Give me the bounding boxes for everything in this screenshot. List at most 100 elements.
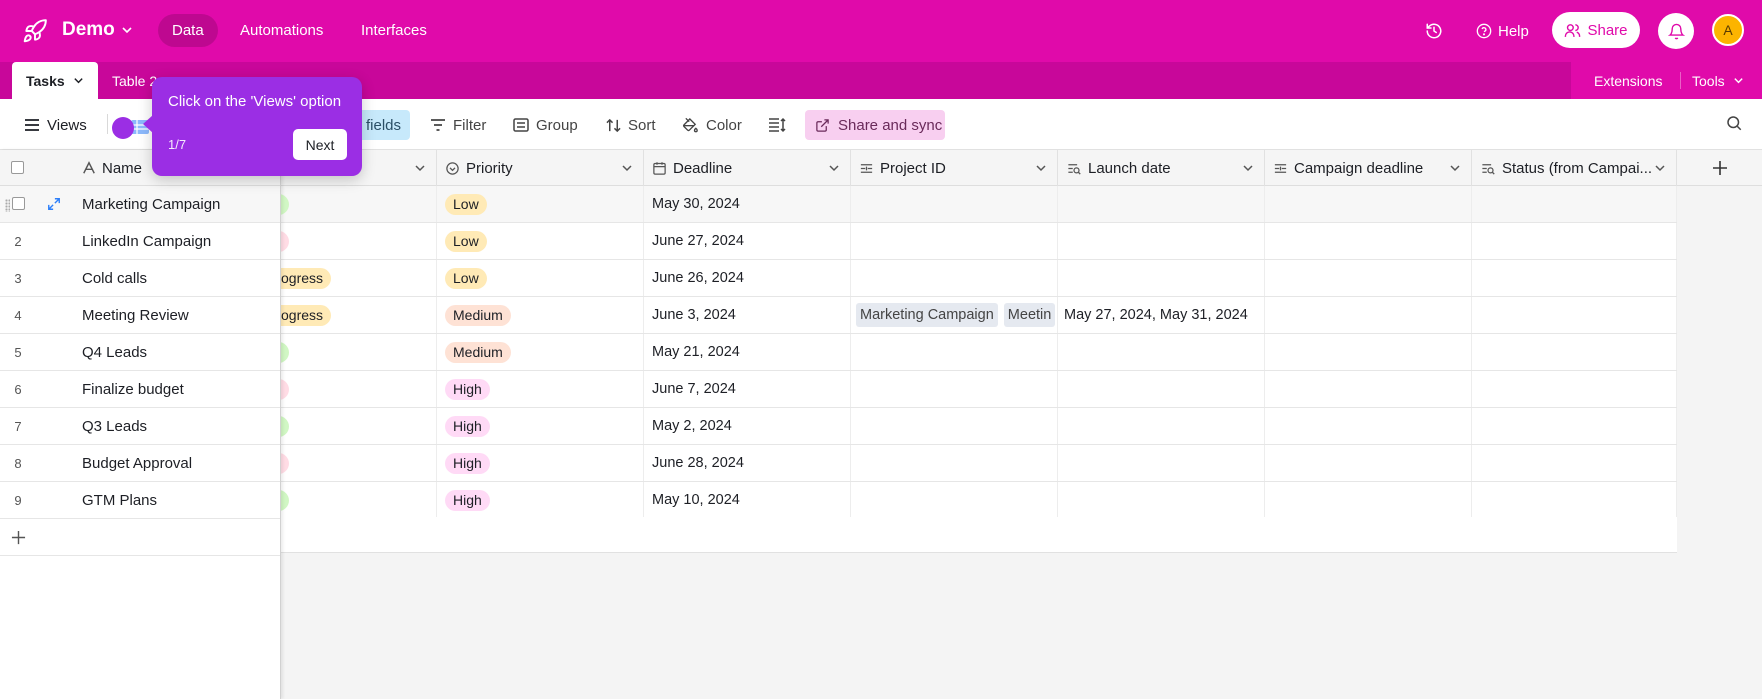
base-name-menu[interactable]: Demo	[62, 19, 133, 41]
column-header-launch-date[interactable]: Launch date	[1058, 150, 1265, 186]
table-row[interactable]: 9 GTM Plans	[0, 482, 280, 519]
status-cell[interactable]	[281, 334, 437, 370]
launch-date-cell[interactable]	[1058, 186, 1265, 222]
share-button[interactable]: Share	[1552, 12, 1640, 48]
table-row[interactable]: Medium May 21, 2024	[281, 334, 1677, 371]
add-record-row[interactable]	[0, 519, 280, 556]
nav-data[interactable]: Data	[158, 14, 218, 47]
deadline-cell[interactable]: May 30, 2024	[644, 186, 851, 222]
project-id-cell[interactable]	[851, 260, 1058, 296]
nav-interfaces[interactable]: Interfaces	[347, 14, 441, 47]
table-row[interactable]: ogress Low June 26, 2024	[281, 260, 1677, 297]
status-cell[interactable]	[281, 186, 437, 222]
name-cell[interactable]: GTM Plans	[82, 482, 157, 518]
table-row[interactable]: 4 Meeting Review	[0, 297, 280, 334]
help-button[interactable]: Help	[1476, 0, 1529, 62]
color-button[interactable]: Color	[682, 112, 742, 138]
tour-next-button[interactable]: Next	[293, 129, 347, 160]
name-cell[interactable]: Meeting Review	[82, 297, 189, 333]
table-row[interactable]: High June 7, 2024	[281, 371, 1677, 408]
priority-cell[interactable]: High	[437, 408, 644, 444]
table-row[interactable]: Low June 27, 2024	[281, 223, 1677, 260]
campaign-deadline-cell[interactable]	[1265, 445, 1472, 481]
status-from-campaign-cell[interactable]	[1472, 371, 1677, 407]
deadline-cell[interactable]: June 28, 2024	[644, 445, 851, 481]
launch-date-cell[interactable]	[1058, 445, 1265, 481]
table-row[interactable]: ogress Medium June 3, 2024 Marketing Cam…	[281, 297, 1677, 334]
campaign-deadline-cell[interactable]	[1265, 223, 1472, 259]
priority-cell[interactable]: Medium	[437, 297, 644, 333]
project-id-cell[interactable]	[851, 482, 1058, 518]
status-cell[interactable]	[281, 408, 437, 444]
status-from-campaign-cell[interactable]	[1472, 408, 1677, 444]
filter-button[interactable]: Filter	[430, 112, 486, 138]
table-row[interactable]: High May 2, 2024	[281, 408, 1677, 445]
launch-date-cell[interactable]	[1058, 371, 1265, 407]
table-row[interactable]: High May 10, 2024	[281, 482, 1677, 519]
status-cell[interactable]	[281, 223, 437, 259]
status-cell[interactable]: ogress	[281, 260, 437, 296]
expand-record-icon[interactable]	[47, 197, 61, 211]
launch-date-cell[interactable]	[1058, 223, 1265, 259]
deadline-cell[interactable]: June 26, 2024	[644, 260, 851, 296]
campaign-deadline-cell[interactable]	[1265, 260, 1472, 296]
launch-date-cell[interactable]	[1058, 334, 1265, 370]
table-row[interactable]: Low May 30, 2024	[281, 186, 1677, 223]
name-cell[interactable]: Q3 Leads	[82, 408, 147, 444]
share-and-sync-button[interactable]: Share and sync	[805, 110, 945, 140]
deadline-cell[interactable]: May 21, 2024	[644, 334, 851, 370]
launch-date-cell[interactable]	[1058, 408, 1265, 444]
project-id-cell[interactable]	[851, 334, 1058, 370]
table-row[interactable]: High June 28, 2024	[281, 445, 1677, 482]
priority-cell[interactable]: Low	[437, 186, 644, 222]
group-button[interactable]: Group	[513, 112, 578, 138]
linked-record-chip[interactable]: Marketing Campaign	[856, 303, 998, 327]
notifications-button[interactable]	[1658, 13, 1694, 49]
name-cell[interactable]: Finalize budget	[82, 371, 184, 407]
table-row[interactable]: 8 Budget Approval	[0, 445, 280, 482]
deadline-cell[interactable]: June 7, 2024	[644, 371, 851, 407]
linked-record-chip[interactable]: Meetin	[1003, 303, 1056, 327]
priority-cell[interactable]: Low	[437, 260, 644, 296]
deadline-cell[interactable]: May 10, 2024	[644, 482, 851, 518]
deadline-cell[interactable]: June 27, 2024	[644, 223, 851, 259]
project-id-cell[interactable]	[851, 223, 1058, 259]
name-cell[interactable]: Marketing Campaign	[82, 186, 220, 222]
status-from-campaign-cell[interactable]	[1472, 445, 1677, 481]
column-header-deadline[interactable]: Deadline	[644, 150, 851, 186]
drag-handle-icon[interactable]	[5, 199, 10, 212]
status-cell[interactable]	[281, 482, 437, 518]
table-row[interactable]: 7 Q3 Leads	[0, 408, 280, 445]
sort-button[interactable]: Sort	[606, 112, 656, 138]
extensions-button[interactable]: Extensions	[1594, 62, 1662, 99]
priority-cell[interactable]: High	[437, 482, 644, 518]
column-header-priority[interactable]: Priority	[437, 150, 644, 186]
priority-cell[interactable]: High	[437, 445, 644, 481]
search-button[interactable]	[1725, 114, 1743, 135]
project-id-cell[interactable]: Marketing Campaign Meetin	[851, 297, 1058, 333]
campaign-deadline-cell[interactable]	[1265, 334, 1472, 370]
tab-tasks[interactable]: Tasks	[12, 62, 98, 99]
user-avatar[interactable]: A	[1712, 14, 1744, 46]
name-cell[interactable]: LinkedIn Campaign	[82, 223, 211, 259]
select-all-checkbox[interactable]	[11, 161, 24, 174]
nav-automations[interactable]: Automations	[226, 14, 337, 47]
table-row[interactable]: 3 Cold calls	[0, 260, 280, 297]
priority-cell[interactable]: High	[437, 371, 644, 407]
priority-cell[interactable]: Medium	[437, 334, 644, 370]
table-row[interactable]: 6 Finalize budget	[0, 371, 280, 408]
campaign-deadline-cell[interactable]	[1265, 482, 1472, 518]
campaign-deadline-cell[interactable]	[1265, 408, 1472, 444]
project-id-cell[interactable]	[851, 371, 1058, 407]
priority-cell[interactable]: Low	[437, 223, 644, 259]
tools-button[interactable]: Tools	[1692, 62, 1744, 99]
row-checkbox[interactable]	[12, 197, 25, 210]
tab-table-2[interactable]: Table 2	[112, 62, 157, 99]
campaign-deadline-cell[interactable]	[1265, 186, 1472, 222]
status-from-campaign-cell[interactable]	[1472, 260, 1677, 296]
table-row[interactable]: 2 LinkedIn Campaign	[0, 223, 280, 260]
row-height-button[interactable]	[768, 112, 786, 138]
add-field-button[interactable]	[1677, 150, 1762, 186]
project-id-cell[interactable]	[851, 408, 1058, 444]
column-header-status-from-campaign[interactable]: Status (from Campai...	[1472, 150, 1677, 186]
